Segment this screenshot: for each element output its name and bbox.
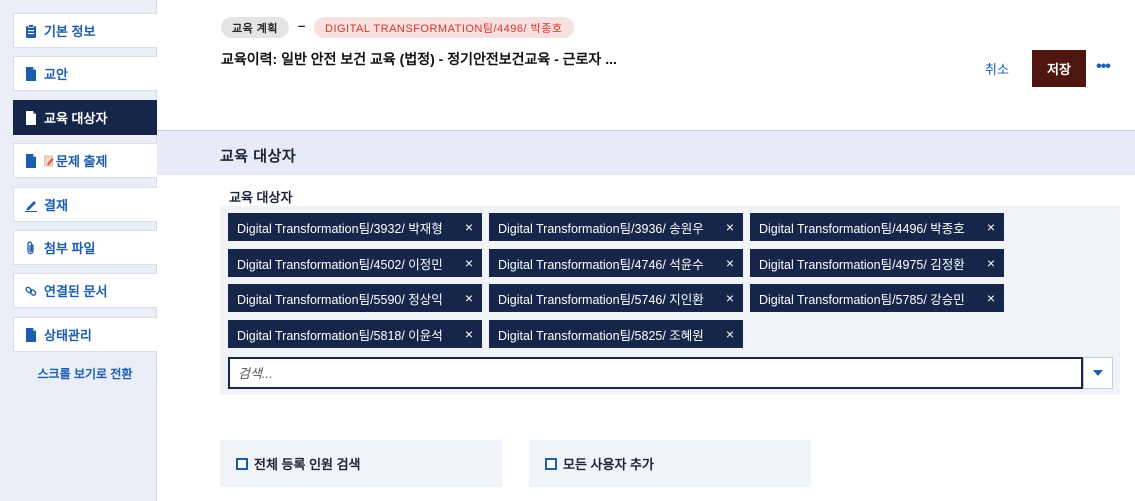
trainee-tag: Digital Transformation팀/3936/ 송원우 × (489, 213, 743, 241)
document-icon (25, 153, 37, 168)
tag-label: Digital Transformation팀/3936/ 송원우 (498, 221, 704, 236)
search-input[interactable] (228, 357, 1083, 389)
trainee-tag: Digital Transformation팀/5825/ 조혜원 × (489, 320, 743, 348)
remove-tag-icon[interactable]: × (456, 255, 482, 271)
sidebar-item-label: 첨부 파일 (44, 241, 96, 256)
tag-label: Digital Transformation팀/5825/ 조혜원 (498, 328, 704, 343)
tag-label: Digital Transformation팀/4502/ 이정민 (237, 257, 443, 272)
sidebar-item-label: 교육 대상자 (44, 111, 108, 126)
dropdown-toggle-button[interactable] (1083, 357, 1113, 389)
remove-tag-icon[interactable]: × (978, 219, 1004, 235)
add-all-users-label[interactable]: 모든 사용자 추가 (563, 454, 654, 473)
link-icon (25, 284, 37, 298)
tag-label: Digital Transformation팀/5818/ 이윤석 (237, 328, 443, 343)
document-icon (25, 66, 37, 81)
tag-label: Digital Transformation팀/4975/ 김정환 (759, 257, 965, 272)
sidebar-item-label: 연결된 문서 (44, 284, 108, 299)
document-icon (25, 327, 37, 342)
add-all-users-option: 모든 사용자 추가 (529, 440, 811, 487)
search-all-label[interactable]: 전체 등록 인원 검색 (254, 454, 361, 473)
tag-label: Digital Transformation팀/3932/ 박재형 (237, 221, 443, 236)
remove-tag-icon[interactable]: × (456, 219, 482, 235)
owner-chip: DIGITAL TRANSFORMATION팀/4496/ 박종호 (314, 17, 574, 38)
pen-icon (25, 198, 37, 212)
remove-tag-icon[interactable]: × (456, 326, 482, 342)
sidebar-item-question-setup[interactable]: 문제 출제 (13, 143, 157, 178)
sidebar-item-status[interactable]: 상태관리 (13, 317, 157, 352)
save-button[interactable]: 저장 (1032, 50, 1086, 87)
chip-separator: – (298, 18, 306, 33)
remove-tag-icon[interactable]: × (717, 290, 743, 306)
document-icon (25, 110, 37, 125)
tag-label: Digital Transformation팀/5746/ 지인환 (498, 292, 704, 307)
scroll-view-toggle[interactable]: 스크롤 보기로 전환 (13, 365, 157, 382)
tag-label: Digital Transformation팀/5590/ 정상익 (237, 292, 443, 307)
trainee-tag: Digital Transformation팀/5818/ 이윤석 × (228, 320, 482, 348)
trainee-tag: Digital Transformation팀/3932/ 박재형 × (228, 213, 482, 241)
field-label: 교육 대상자 (229, 190, 293, 205)
remove-tag-icon[interactable]: × (978, 255, 1004, 271)
cancel-button[interactable]: 취소 (985, 59, 1009, 78)
sidebar-item-linked-docs[interactable]: 연결된 문서 (13, 273, 157, 308)
remove-tag-icon[interactable]: × (456, 290, 482, 306)
trainee-tag: Digital Transformation팀/5785/ 강승민 × (750, 284, 1004, 312)
remove-tag-icon[interactable]: × (717, 219, 743, 235)
tag-label: Digital Transformation팀/5785/ 강승민 (759, 292, 965, 307)
trainee-tag: Digital Transformation팀/4746/ 석윤수 × (489, 249, 743, 277)
search-all-option: 전체 등록 인원 검색 (220, 440, 502, 487)
clipboard-icon (25, 23, 37, 38)
tag-label: Digital Transformation팀/4496/ 박종호 (759, 221, 965, 236)
trainee-tag: Digital Transformation팀/5590/ 정상익 × (228, 284, 482, 312)
more-options-icon[interactable]: ••• (1094, 58, 1112, 78)
sidebar-item-label: 기본 정보 (44, 24, 96, 39)
remove-tag-icon[interactable]: × (717, 326, 743, 342)
trainee-tag: Digital Transformation팀/5746/ 지인환 × (489, 284, 743, 312)
tag-label: Digital Transformation팀/4746/ 석윤수 (498, 257, 704, 272)
remove-tag-icon[interactable]: × (717, 255, 743, 271)
remove-tag-icon[interactable]: × (978, 290, 1004, 306)
add-all-users-checkbox[interactable] (545, 457, 557, 470)
chevron-down-icon (1093, 370, 1103, 376)
sidebar-item-trainees[interactable]: 교육 대상자 (13, 100, 157, 135)
trainee-tag: Digital Transformation팀/4502/ 이정민 × (228, 249, 482, 277)
sidebar-item-label: 상태관리 (44, 328, 92, 343)
pencil-note-icon (44, 155, 54, 167)
sidebar-item-label: 교안 (44, 67, 68, 82)
sidebar-item-basic-info[interactable]: 기본 정보 (13, 13, 157, 48)
sidebar-item-label: 문제 출제 (56, 154, 108, 169)
search-all-checkbox[interactable] (236, 457, 248, 470)
trainee-tag: Digital Transformation팀/4975/ 김정환 × (750, 249, 1004, 277)
section-title: 교육 대상자 (220, 148, 297, 165)
sidebar-item-approval[interactable]: 결재 (13, 187, 157, 222)
trainee-tag: Digital Transformation팀/4496/ 박종호 × (750, 213, 1004, 241)
plan-chip: 교육 계획 (221, 17, 290, 38)
sidebar: 기본 정보 교안 교육 대상자 문제 출제 결재 첨부 파일 연결된 문서 상태… (0, 0, 157, 501)
page-title: 교육이력: 일반 안전 보건 교육 (법정) - 정기안전보건교육 - 근로자 … (221, 51, 617, 67)
sidebar-item-lesson-plan[interactable]: 교안 (13, 56, 157, 91)
sidebar-item-attachments[interactable]: 첨부 파일 (13, 230, 157, 265)
sidebar-item-label: 결재 (44, 198, 68, 213)
paperclip-icon (25, 241, 37, 255)
section-header: 교육 대상자 (157, 130, 1135, 175)
